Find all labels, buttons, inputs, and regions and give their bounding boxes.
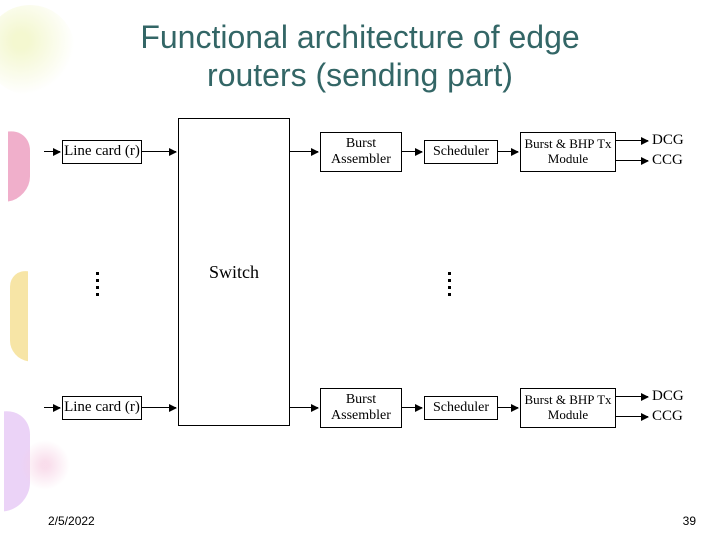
title-line-2: routers (sending part) <box>207 57 513 93</box>
block-switch: Switch <box>178 118 290 426</box>
slide-title: Functional architecture of edge routers … <box>0 18 720 94</box>
title-line-1: Functional architecture of edge <box>140 19 579 55</box>
ellipsis-pipelines <box>448 268 451 300</box>
arrow-burst-to-sched-top <box>402 151 422 152</box>
arrow-burst-to-sched-bottom <box>402 407 422 408</box>
label-dcg-bottom: DCG <box>652 388 684 405</box>
arrow-linecard-to-switch-bottom <box>142 407 176 408</box>
arrow-tx-to-dcg-top <box>616 140 648 141</box>
label-ccg-top: CCG <box>652 152 683 169</box>
block-burst-assembler-bottom: Burst Assembler <box>320 388 402 428</box>
arrow-input-to-linecard-top <box>44 151 60 152</box>
arrow-sched-to-tx-top <box>498 151 518 152</box>
decoration-swirl <box>10 269 28 362</box>
block-scheduler-bottom: Scheduler <box>424 396 498 420</box>
architecture-diagram: Line card (r) Line card (r) Switch Burst… <box>44 118 694 468</box>
arrow-input-to-linecard-bottom <box>44 407 60 408</box>
arrow-tx-to-ccg-top <box>616 160 648 161</box>
block-tx-module-bottom: Burst & BHP Tx Module <box>520 388 616 428</box>
arrow-linecard-to-switch-top <box>142 151 176 152</box>
label-ccg-bottom: CCG <box>652 408 683 425</box>
block-burst-assembler-top: Burst Assembler <box>320 132 402 172</box>
label-dcg-top: DCG <box>652 132 684 149</box>
arrow-switch-to-burst-top <box>290 151 318 152</box>
arrow-tx-to-ccg-bottom <box>616 416 648 417</box>
block-linecard-top: Line card (r) <box>62 140 142 164</box>
block-tx-module-top: Burst & BHP Tx Module <box>520 132 616 172</box>
ellipsis-linecards <box>96 268 99 300</box>
arrow-tx-to-dcg-bottom <box>616 396 648 397</box>
block-scheduler-top: Scheduler <box>424 140 498 164</box>
block-linecard-bottom: Line card (r) <box>62 396 142 420</box>
arrow-switch-to-burst-bottom <box>290 407 318 408</box>
decoration-swirl <box>8 128 30 201</box>
arrow-sched-to-tx-bottom <box>498 407 518 408</box>
footer-page-number: 39 <box>683 514 696 528</box>
footer-date: 2/5/2022 <box>48 514 95 528</box>
